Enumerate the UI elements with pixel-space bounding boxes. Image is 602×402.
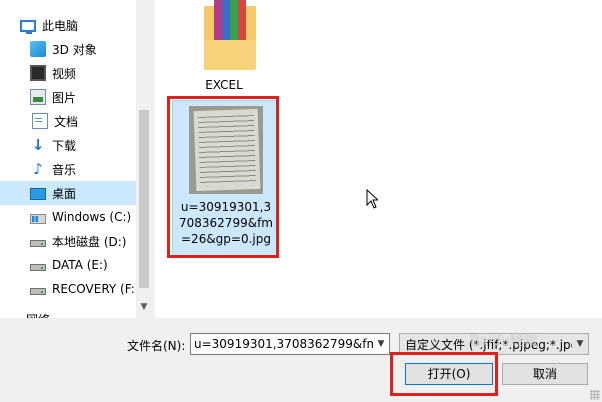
nav-item-label: Windows (C:) bbox=[52, 210, 132, 224]
pictures-icon bbox=[30, 89, 46, 105]
desktop-icon bbox=[30, 188, 46, 200]
mouse-cursor-icon bbox=[366, 189, 378, 209]
filename-input[interactable]: u=30919301,3708362799&fm= bbox=[191, 337, 373, 351]
downloads-icon: ↓ bbox=[31, 136, 45, 154]
file-name-label: u=30919301,3708362799&fm=26&gp=0.jpg bbox=[179, 200, 273, 246]
filetype-value: 自定义文件 (*.jfif;*.pjpeg;*.jpe bbox=[405, 337, 572, 352]
filetype-select[interactable]: 自定义文件 (*.jfif;*.pjpeg;*.jpe ▼ bbox=[399, 333, 589, 355]
chevron-down-icon[interactable]: ▼ bbox=[572, 339, 588, 349]
video-icon bbox=[30, 65, 46, 81]
chevron-down-icon[interactable]: ▼ bbox=[373, 339, 389, 349]
drive-icon bbox=[30, 240, 46, 247]
nav-item-label: 音乐 bbox=[52, 162, 77, 177]
nav-item-label: 3D 对象 bbox=[52, 42, 97, 57]
nav-item-downloads[interactable]: ↓ 下载 bbox=[0, 133, 152, 157]
drive-icon bbox=[30, 288, 46, 295]
cancel-button[interactable]: 取消 bbox=[502, 363, 588, 385]
filename-combobox[interactable]: u=30919301,3708362799&fm= ▼ bbox=[190, 333, 390, 355]
nav-item-pictures[interactable]: 图片 bbox=[0, 85, 152, 109]
nav-item-label: 桌面 bbox=[52, 186, 77, 201]
folder-item-excel[interactable]: EXCEL bbox=[182, 0, 266, 94]
nav-item-network-partial[interactable]: 网络 bbox=[26, 311, 50, 318]
computer-icon bbox=[20, 20, 36, 34]
music-icon: ♪ bbox=[33, 160, 43, 178]
scroll-down-arrow-icon[interactable]: ▼ bbox=[136, 302, 152, 316]
file-list-pane: EXCEL u=30919301,3708362799&fm=26&gp=0.j… bbox=[155, 0, 602, 318]
nav-item-label: 图片 bbox=[52, 90, 77, 105]
nav-item-desktop[interactable]: 桌面 bbox=[0, 181, 152, 205]
nav-item-label: 视频 bbox=[52, 66, 77, 81]
3d-objects-icon bbox=[30, 41, 46, 57]
winrar-folder-icon bbox=[204, 0, 256, 72]
nav-item-label: RECOVERY (F:) bbox=[52, 282, 140, 296]
windows-drive-icon bbox=[30, 213, 46, 224]
image-thumbnail-icon bbox=[189, 106, 263, 194]
nav-item-music[interactable]: ♪ 音乐 bbox=[0, 157, 152, 181]
nav-item-drive-f[interactable]: RECOVERY (F:) bbox=[0, 277, 152, 301]
file-open-dialog: 此电脑 3D 对象 视频 图片 文档 ↓ 下载 ♪ 音乐 桌面 Windows … bbox=[0, 0, 602, 402]
nav-item-label: DATA (E:) bbox=[52, 258, 108, 272]
open-button[interactable]: 打开(O) bbox=[405, 363, 493, 385]
nav-item-label: 此电脑 bbox=[42, 18, 79, 33]
nav-item-videos[interactable]: 视频 bbox=[0, 61, 152, 85]
nav-item-3d-objects[interactable]: 3D 对象 bbox=[0, 37, 152, 61]
nav-item-label: 文档 bbox=[54, 114, 79, 129]
nav-item-drive-d[interactable]: 本地磁盘 (D:) bbox=[0, 229, 152, 253]
nav-item-drive-e[interactable]: DATA (E:) bbox=[0, 253, 152, 277]
documents-icon bbox=[32, 113, 48, 129]
nav-item-label: 本地磁盘 (D:) bbox=[52, 234, 127, 249]
navigation-pane: 此电脑 3D 对象 视频 图片 文档 ↓ 下载 ♪ 音乐 桌面 Windows … bbox=[0, 0, 152, 318]
drive-icon bbox=[30, 264, 46, 271]
nav-item-this-pc[interactable]: 此电脑 bbox=[0, 13, 152, 37]
filename-label: 文件名(N): bbox=[127, 339, 186, 353]
nav-item-label: 下载 bbox=[52, 138, 77, 153]
nav-item-documents[interactable]: 文档 bbox=[0, 109, 152, 133]
file-item-selected[interactable]: u=30919301,3708362799&fm=26&gp=0.jpg bbox=[172, 100, 278, 256]
nav-scrollbar-thumb[interactable] bbox=[139, 110, 149, 288]
nav-scrollbar[interactable]: ▼ bbox=[136, 0, 152, 318]
resize-grip-icon[interactable] bbox=[590, 390, 600, 400]
folder-label: EXCEL bbox=[205, 78, 243, 92]
nav-item-drive-c[interactable]: Windows (C:) bbox=[0, 205, 152, 229]
